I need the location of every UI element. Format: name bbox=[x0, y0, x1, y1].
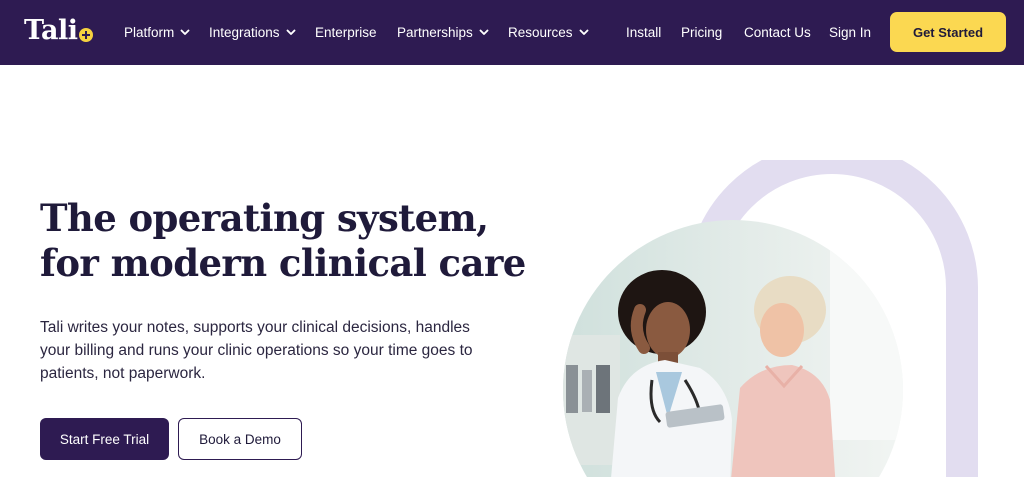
tali-logo[interactable]: Tali bbox=[24, 14, 93, 48]
nav-label: Pricing bbox=[681, 24, 723, 40]
hero-illustration bbox=[563, 160, 978, 477]
hero-title-line-1: The operating system, bbox=[40, 196, 489, 240]
plus-badge-icon bbox=[78, 28, 93, 42]
hero-title: The operating system, for modern clinica… bbox=[40, 196, 526, 286]
logo-wordmark: Tali bbox=[24, 15, 78, 46]
nav-label: Integrations bbox=[209, 24, 280, 40]
chevron-down-icon bbox=[286, 29, 295, 35]
nav-install[interactable]: Install bbox=[626, 22, 661, 42]
hero-title-line-2: for modern clinical care bbox=[40, 241, 526, 285]
book-a-demo-button[interactable]: Book a Demo bbox=[178, 418, 302, 460]
nav-partnerships[interactable]: Partnerships bbox=[397, 22, 490, 42]
nav-label: Partnerships bbox=[397, 24, 473, 40]
nav-sign-in[interactable]: Sign In bbox=[829, 22, 871, 42]
hero-subtitle: Tali writes your notes, supports your cl… bbox=[40, 319, 473, 382]
chevron-down-icon bbox=[180, 29, 190, 35]
chevron-down-icon bbox=[579, 29, 588, 35]
nav-integrations[interactable]: Integrations bbox=[209, 22, 297, 42]
nav-label: Sign In bbox=[829, 24, 872, 40]
nav-label: Install bbox=[626, 24, 662, 40]
nav-pricing[interactable]: Pricing bbox=[681, 22, 722, 42]
chevron-down-icon bbox=[479, 29, 489, 35]
start-free-trial-button[interactable]: Start Free Trial bbox=[40, 418, 169, 460]
doctor-patient-photo bbox=[563, 220, 903, 477]
nav-label: Enterprise bbox=[315, 24, 377, 40]
nav-platform[interactable]: Platform bbox=[124, 22, 191, 42]
nav-resources[interactable]: Resources bbox=[508, 22, 590, 42]
nav-label: Platform bbox=[124, 24, 175, 40]
nav-contact-us[interactable]: Contact Us bbox=[744, 22, 811, 42]
nav-label: Resources bbox=[508, 24, 573, 40]
get-started-button[interactable]: Get Started bbox=[890, 12, 1006, 52]
top-navigation-bar: Tali Platform Integrations Enterprise Pa… bbox=[0, 0, 1024, 65]
nav-label: Contact Us bbox=[744, 24, 811, 40]
nav-enterprise[interactable]: Enterprise bbox=[315, 22, 377, 42]
